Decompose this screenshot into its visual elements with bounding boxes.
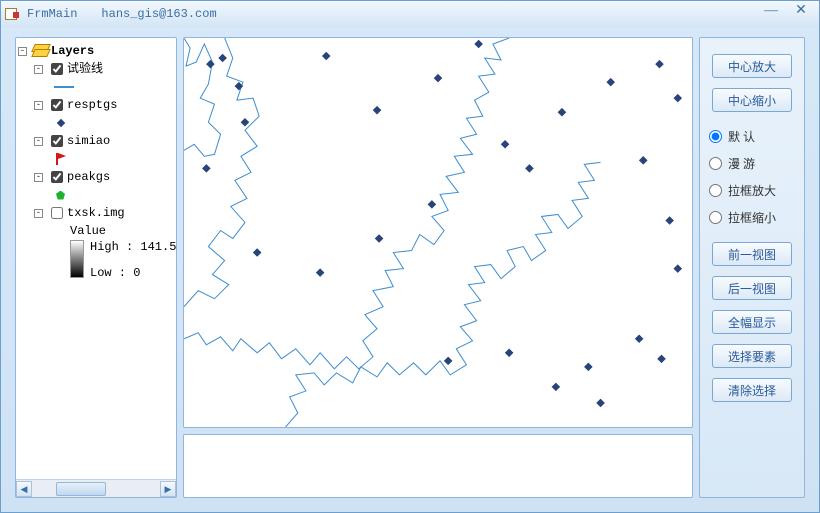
layer-checkbox[interactable]: [51, 63, 63, 75]
layer-checkbox[interactable]: [51, 171, 63, 183]
tool-panel: 中心放大 中心缩小 默 认 漫 游 拉框放大 拉框缩小: [699, 37, 805, 498]
layer-row[interactable]: - 试验线: [18, 60, 174, 78]
zoom-in-center-button[interactable]: 中心放大: [712, 54, 792, 78]
layer-checkbox[interactable]: [51, 135, 63, 147]
mode-radio-group: 默 认 漫 游 拉框放大 拉框缩小: [709, 128, 795, 226]
layer-label: peakgs: [67, 168, 110, 186]
window-title: FrmMain: [27, 7, 77, 21]
radio-box-zoom-in[interactable]: 拉框放大: [709, 182, 795, 199]
radio-default[interactable]: 默 认: [709, 128, 795, 145]
select-feature-button[interactable]: 选择要素: [712, 344, 792, 368]
layer-tree[interactable]: - Layers - 试验线 - resptgs -: [16, 38, 176, 479]
layer-row[interactable]: - txsk.img: [18, 204, 174, 222]
high-label: High : 141.51: [90, 240, 176, 254]
map-view[interactable]: [183, 37, 693, 428]
scroll-left-icon[interactable]: ◀: [16, 481, 32, 497]
expander-icon[interactable]: -: [34, 101, 43, 110]
window-buttons: — ✕: [759, 4, 813, 20]
root-label: Layers: [51, 42, 94, 60]
titlebar: FrmMain hans_gis@163.com — ✕: [1, 1, 819, 27]
next-view-button[interactable]: 后一视图: [712, 276, 792, 300]
expander-icon[interactable]: -: [34, 209, 43, 218]
scroll-thumb[interactable]: [56, 482, 106, 496]
layer-label: resptgs: [67, 96, 117, 114]
radio-pan[interactable]: 漫 游: [709, 155, 795, 172]
radio-input[interactable]: [709, 157, 722, 170]
main-window: FrmMain hans_gis@163.com — ✕ - Layers - …: [0, 0, 820, 513]
prev-view-button[interactable]: 前一视图: [712, 242, 792, 266]
layer-row[interactable]: - peakgs: [18, 168, 174, 186]
scroll-right-icon[interactable]: ▶: [160, 481, 176, 497]
radio-input[interactable]: [709, 184, 722, 197]
radio-input[interactable]: [709, 130, 722, 143]
close-button[interactable]: ✕: [789, 4, 813, 20]
layer-row[interactable]: - simiao: [18, 132, 174, 150]
gradient-legend: High : 141.51 Low : 0: [70, 240, 174, 280]
expander-icon[interactable]: -: [34, 137, 43, 146]
layer-label: simiao: [67, 132, 110, 150]
layer-symbol: [18, 114, 174, 132]
expander-icon[interactable]: -: [34, 65, 43, 74]
scroll-track[interactable]: [32, 481, 160, 497]
layer-symbol: [18, 78, 174, 96]
clear-selection-button[interactable]: 清除选择: [712, 378, 792, 402]
window-subtitle: hans_gis@163.com: [101, 7, 216, 21]
layers-icon: [31, 44, 49, 58]
layer-label: txsk.img: [67, 204, 125, 222]
gradient-icon: [70, 240, 84, 278]
layer-row[interactable]: - resptgs: [18, 96, 174, 114]
line-symbol-icon: [54, 86, 74, 88]
expander-icon[interactable]: -: [18, 47, 27, 56]
map-canvas: [184, 38, 692, 427]
full-extent-button[interactable]: 全幅显示: [712, 310, 792, 334]
value-label: Value: [18, 222, 174, 240]
center-column: [183, 37, 693, 498]
low-label: Low : 0: [90, 266, 176, 280]
overview-panel[interactable]: [183, 434, 693, 498]
layer-checkbox[interactable]: [51, 99, 63, 111]
radio-input[interactable]: [709, 211, 722, 224]
zoom-out-center-button[interactable]: 中心缩小: [712, 88, 792, 112]
tree-root[interactable]: - Layers: [18, 42, 174, 60]
pentagon-symbol-icon: [56, 191, 65, 200]
minimize-button[interactable]: —: [759, 4, 783, 20]
expander-icon[interactable]: -: [34, 173, 43, 182]
radio-box-zoom-out[interactable]: 拉框缩小: [709, 209, 795, 226]
layer-label: 试验线: [67, 60, 103, 78]
layer-checkbox[interactable]: [51, 207, 63, 219]
layer-panel: - Layers - 试验线 - resptgs -: [15, 37, 177, 498]
horizontal-scrollbar[interactable]: ◀ ▶: [16, 479, 176, 497]
layer-symbol: [18, 150, 174, 168]
app-icon: [5, 6, 21, 22]
diamond-symbol-icon: [57, 119, 65, 127]
flag-symbol-icon: [56, 153, 68, 165]
client-area: - Layers - 试验线 - resptgs -: [15, 37, 805, 498]
layer-symbol: [18, 186, 174, 204]
